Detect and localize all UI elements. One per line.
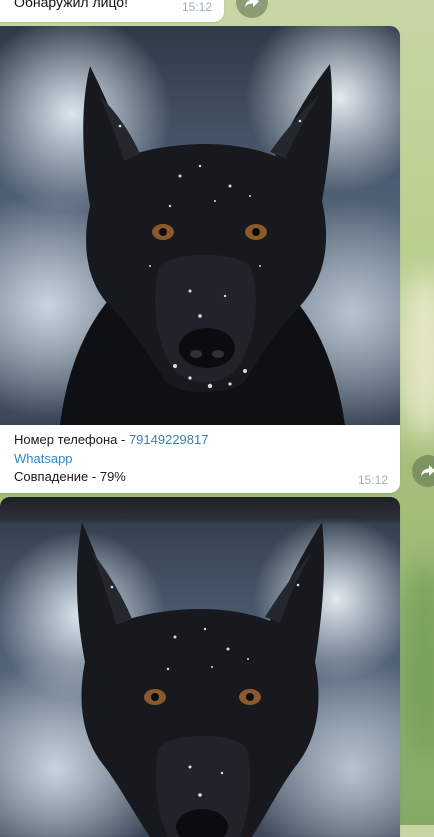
forward-button[interactable]	[412, 455, 434, 487]
background-blob	[400, 560, 434, 760]
dog-photo[interactable]	[0, 26, 400, 425]
message-time: 15:12	[357, 473, 388, 487]
share-arrow-icon	[421, 465, 434, 477]
whatsapp-link[interactable]: Whatsapp	[14, 451, 73, 466]
dog-illustration	[60, 64, 345, 425]
phone-label: Номер телефона -	[14, 432, 129, 447]
forward-button[interactable]	[236, 0, 268, 18]
background-blob	[395, 270, 434, 440]
message-bubble-photo[interactable]	[0, 497, 400, 837]
message-bubble-photo[interactable]: Номер телефона - 79149229817 Whatsapp Со…	[0, 26, 400, 493]
message-text: Обнаружил лицо!	[14, 0, 128, 10]
message-time: 15:12	[181, 0, 212, 14]
phone-number-link[interactable]: 79149229817	[129, 432, 209, 447]
phone-line: Номер телефона - 79149229817	[14, 431, 388, 450]
share-arrow-icon	[245, 0, 259, 8]
match-percentage: Совпадение - 79%	[14, 469, 126, 484]
dog-illustration	[76, 522, 325, 837]
dog-photo[interactable]	[0, 497, 400, 837]
photo-caption: Номер телефона - 79149229817 Whatsapp Со…	[14, 431, 388, 487]
message-bubble-text[interactable]: Обнаружил лицо! 15:12	[0, 0, 224, 22]
